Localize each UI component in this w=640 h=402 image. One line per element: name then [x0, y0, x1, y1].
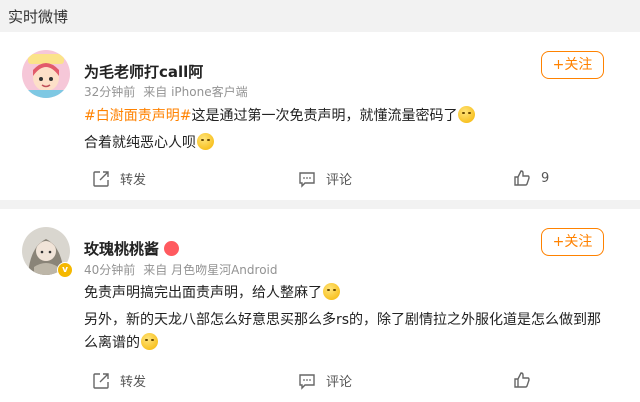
thumbs-up-icon	[514, 170, 530, 186]
avatar[interactable]	[22, 50, 70, 98]
share-icon	[93, 170, 109, 187]
like-button[interactable]: 9	[513, 169, 549, 187]
username[interactable]: 为毛老师打call阿	[84, 61, 203, 82]
post-text-line: 么离谱的	[84, 335, 140, 351]
grin-emoji-icon	[197, 133, 214, 150]
like-button[interactable]	[513, 371, 541, 389]
share-button[interactable]: 转发	[92, 371, 146, 390]
username[interactable]: 玫瑰桃桃酱	[84, 238, 180, 259]
thumbs-up-icon	[514, 372, 530, 388]
smirk-emoji-icon	[458, 106, 476, 123]
post-text-line: 这是通过第一次免责声明，就懂流量密码了	[191, 108, 458, 124]
post-meta: 32分钟前 来自 iPhone客户端	[84, 83, 248, 100]
post-time[interactable]: 40分钟前	[84, 263, 135, 277]
post-text: 免责声明搞完出面责声明，给人整麻了 另外，新的天龙八部怎么好意思买那么多rs的，…	[84, 282, 624, 355]
post-text: #白澍面责声明#这是通过第一次免责声明，就懂流量密码了 合着就纯恶心人呗	[84, 105, 624, 155]
share-button[interactable]: 转发	[92, 169, 146, 188]
follow-button[interactable]: +关注	[541, 51, 604, 79]
post-card: 为毛老师打call阿 32分钟前 来自 iPhone客户端 +关注 #白澍面责声明…	[0, 32, 640, 200]
share-icon	[93, 372, 109, 389]
username-text: 玫瑰桃桃酱	[84, 240, 160, 258]
post-card: v 玫瑰桃桃酱 40分钟前 来自 月色吻星河Android +关注 免责声明搞完出…	[0, 209, 640, 402]
post-source: 来自 iPhone客户端	[143, 85, 248, 99]
share-label: 转发	[120, 375, 147, 390]
post-source: 来自 月色吻星河Android	[143, 263, 278, 277]
follow-button[interactable]: +关注	[541, 228, 604, 256]
hashtag-link[interactable]: #白澍面责声明#	[84, 108, 191, 124]
weary-emoji-icon	[141, 333, 158, 350]
like-count: 9	[541, 170, 550, 186]
post-text-line: 合着就纯恶心人呗	[84, 135, 196, 151]
verified-badge-icon: v	[57, 262, 73, 278]
post-text-line: 另外，新的天龙八部怎么好意思买那么多rs的，除了剧情拉之外服化道是怎么做到那	[84, 312, 602, 328]
section-title: 实时微博	[8, 8, 69, 26]
share-label: 转发	[120, 173, 147, 188]
comment-icon	[299, 373, 315, 390]
member-badge-icon	[164, 241, 180, 256]
comment-button[interactable]: 评论	[298, 371, 352, 390]
weary-emoji-icon	[323, 283, 340, 300]
post-meta: 40分钟前 来自 月色吻星河Android	[84, 261, 278, 278]
comment-icon	[299, 171, 315, 188]
post-time[interactable]: 32分钟前	[84, 85, 135, 99]
comment-label: 评论	[326, 173, 353, 188]
comment-label: 评论	[326, 375, 353, 390]
section-header: 实时微博	[0, 0, 640, 32]
post-text-line: 免责声明搞完出面责声明，给人整麻了	[84, 285, 322, 301]
comment-button[interactable]: 评论	[298, 169, 352, 188]
